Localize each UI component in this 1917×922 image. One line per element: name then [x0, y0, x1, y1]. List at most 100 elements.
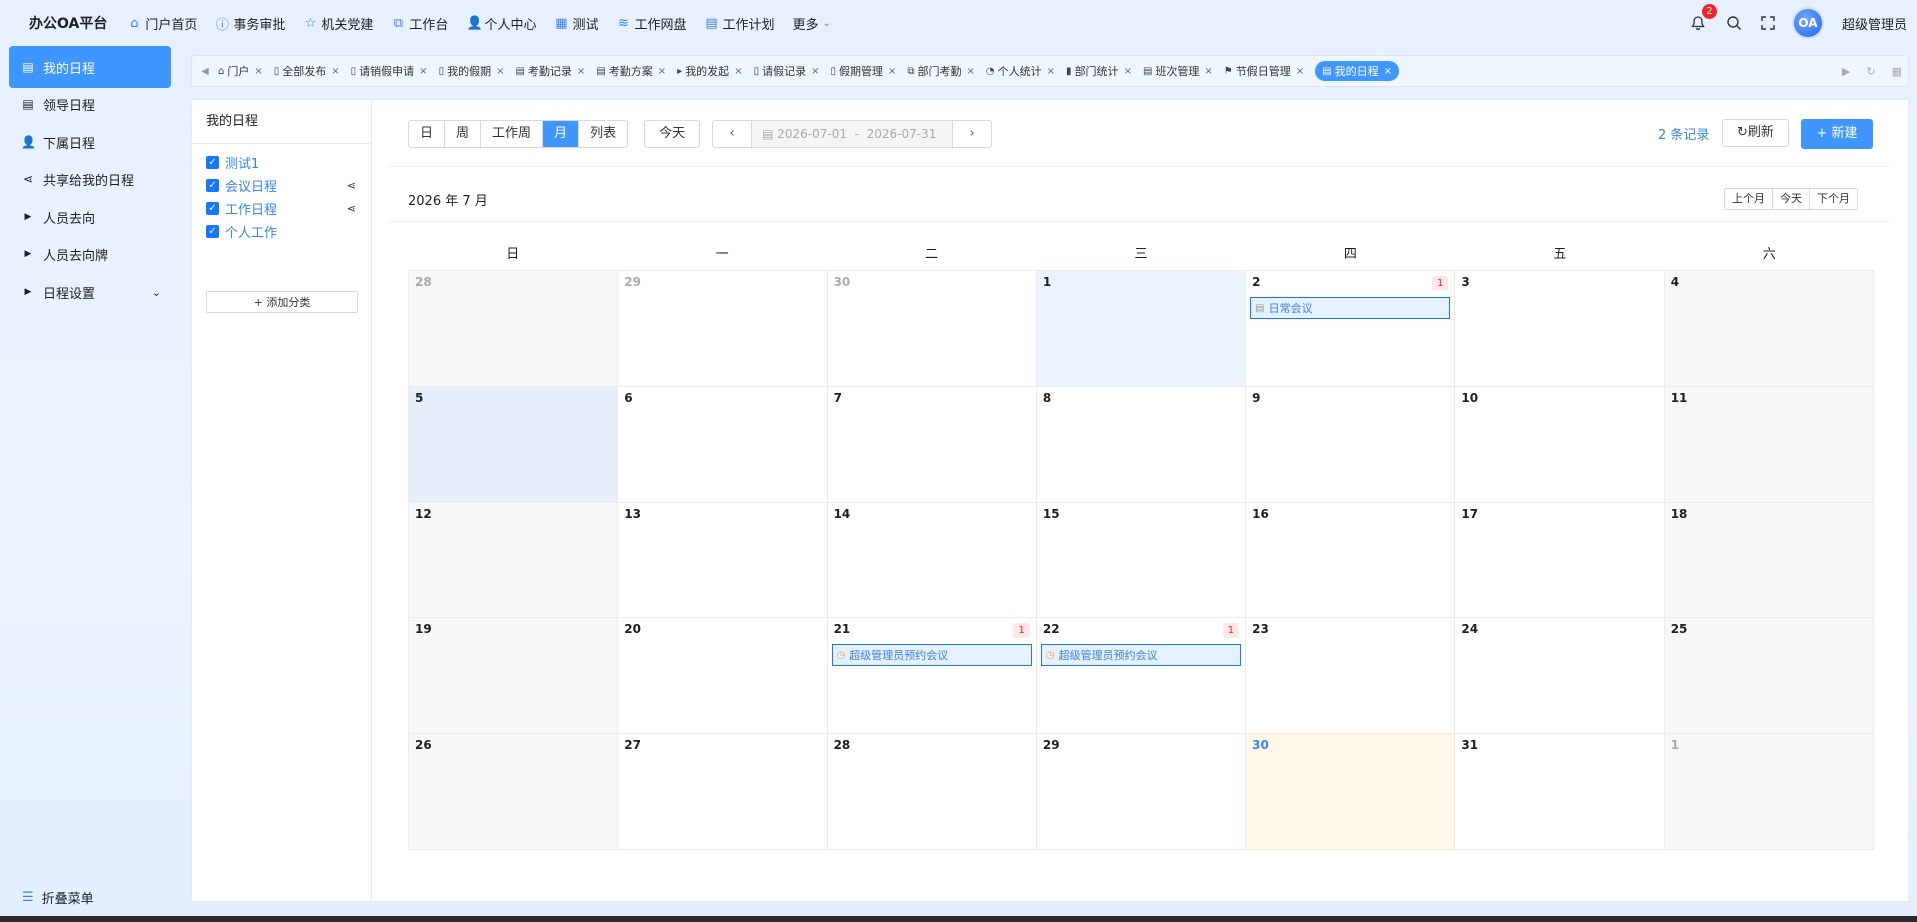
checkbox-checked-icon[interactable]: ✓ — [206, 156, 219, 169]
close-icon[interactable]: × — [1124, 66, 1132, 77]
this-month-button[interactable]: 今天 — [1773, 189, 1810, 209]
close-icon[interactable]: × — [1204, 66, 1212, 77]
category-item-1[interactable]: ✓ 会议日程 ⋖ — [206, 176, 356, 195]
calendar-event[interactable]: ▤ 日常会议 — [1250, 297, 1451, 319]
tab-2[interactable]: ▯ 请销假申请 × — [351, 63, 428, 79]
tab-0[interactable]: ⌂ 门户 × — [218, 63, 263, 79]
day-cell[interactable]: 3 — [1455, 271, 1665, 387]
close-icon[interactable]: × — [967, 66, 975, 77]
nav-item-7[interactable]: ▤ 工作计划 — [704, 14, 774, 33]
day-cell[interactable]: 6 — [618, 386, 828, 503]
day-cell[interactable]: 17 — [1455, 502, 1665, 619]
day-cell[interactable]: 15 — [1036, 502, 1247, 619]
close-icon[interactable]: × — [734, 66, 742, 77]
search-button[interactable] — [1724, 13, 1744, 33]
avatar[interactable]: OA — [1791, 7, 1824, 39]
date-range-input[interactable]: ▤ 2026-07-01 - 2026-07-31 — [752, 120, 953, 148]
calendar-event[interactable]: ◷ 超级管理员预约会议 — [831, 644, 1032, 667]
tabs-scroll-right-icon[interactable]: ▶ — [1842, 65, 1850, 78]
nav-item-1[interactable]: ⓘ 事务审批 — [215, 14, 286, 33]
refresh-button[interactable]: ↻刷新 — [1722, 119, 1789, 147]
checkbox-checked-icon[interactable]: ✓ — [206, 202, 219, 215]
calendar-event[interactable]: ◷ 超级管理员预约会议 — [1040, 644, 1242, 667]
category-item-3[interactable]: ✓ 个人工作 — [206, 222, 356, 241]
day-cell[interactable]: 22 1 ◷ 超级管理员预约会议 — [1036, 618, 1247, 735]
day-cell[interactable]: 11 — [1664, 386, 1874, 503]
records-count[interactable]: 2 条记录 — [1658, 124, 1709, 143]
tab-1[interactable]: ▯ 全部发布 × — [274, 63, 340, 79]
tab-12[interactable]: ▤ 班次管理 × — [1143, 63, 1213, 79]
day-cell[interactable]: 13 — [618, 502, 828, 619]
tab-10[interactable]: ◔ 个人统计 × — [986, 63, 1055, 79]
close-icon[interactable]: × — [1384, 66, 1392, 77]
day-cell[interactable]: 1 — [1036, 271, 1247, 387]
tab-3[interactable]: ▯ 我的假期 × — [439, 63, 505, 79]
day-cell[interactable]: 8 — [1036, 386, 1247, 503]
day-cell[interactable]: 30 — [1246, 734, 1456, 850]
day-cell[interactable]: 9 — [1246, 386, 1456, 503]
close-icon[interactable]: × — [811, 66, 819, 77]
view-tab-3[interactable]: 月 — [543, 121, 580, 147]
category-item-0[interactable]: ✓ 测试1 — [206, 153, 356, 172]
sidebar-item-2[interactable]: 👤 下属日程 — [9, 121, 171, 163]
day-cell[interactable]: 29 — [618, 271, 828, 387]
notification-button[interactable]: 2 — [1688, 4, 1717, 33]
view-tab-2[interactable]: 工作周 — [481, 121, 544, 147]
next-month-button[interactable]: 下个月 — [1810, 189, 1857, 209]
tabs-scroll-left-icon[interactable]: ◀ — [192, 66, 218, 77]
close-icon[interactable]: × — [1296, 66, 1304, 77]
sidebar-item-1[interactable]: ▤ 领导日程 — [9, 83, 171, 125]
day-cell[interactable]: 31 — [1455, 734, 1665, 850]
nav-item-0[interactable]: ⌂ 门户首页 — [127, 14, 197, 33]
view-tab-1[interactable]: 周 — [445, 121, 482, 147]
close-icon[interactable]: × — [254, 66, 262, 77]
tabs-menu-icon[interactable]: ▦ — [1892, 65, 1902, 78]
tab-5[interactable]: ▤ 考勤方案 × — [596, 63, 666, 79]
day-cell[interactable]: 12 — [409, 502, 619, 619]
next-range-button[interactable]: › — [952, 120, 993, 148]
day-cell[interactable]: 16 — [1246, 502, 1456, 619]
nav-item-3[interactable]: ⧉ 工作台 — [391, 14, 449, 33]
sidebar-item-4[interactable]: ▶ 人员去向 — [9, 196, 171, 238]
day-cell[interactable]: 1 — [1664, 734, 1874, 850]
tab-8[interactable]: ▯ 假期管理 × — [830, 63, 896, 79]
day-cell[interactable]: 26 — [409, 734, 619, 850]
close-icon[interactable]: × — [577, 66, 585, 77]
refresh-tab-icon[interactable]: ↻ — [1866, 65, 1875, 78]
checkbox-checked-icon[interactable]: ✓ — [206, 179, 219, 192]
add-category-button[interactable]: + 添加分类 — [206, 291, 358, 313]
share-icon[interactable]: ⋖ — [347, 202, 356, 215]
view-tab-4[interactable]: 列表 — [579, 121, 628, 147]
close-icon[interactable]: × — [888, 66, 896, 77]
checkbox-checked-icon[interactable]: ✓ — [206, 225, 219, 238]
tab-11[interactable]: ▮ 部门统计 × — [1066, 63, 1132, 79]
tab-6[interactable]: ▸ 我的发起 × — [677, 63, 742, 79]
close-icon[interactable]: × — [1047, 66, 1055, 77]
sidebar-item-3[interactable]: ⋖ 共享给我的日程 — [9, 158, 171, 200]
day-cell[interactable]: 4 — [1664, 271, 1874, 387]
category-item-2[interactable]: ✓ 工作日程 ⋖ — [206, 199, 356, 218]
day-cell[interactable]: 5 — [409, 386, 619, 503]
close-icon[interactable]: × — [658, 66, 666, 77]
day-cell[interactable]: 24 — [1455, 618, 1665, 735]
day-cell[interactable]: 28 — [827, 734, 1037, 850]
day-cell[interactable]: 25 — [1664, 618, 1874, 735]
sidebar-item-6[interactable]: ▶ 日程设置 ⌄ — [9, 271, 171, 313]
day-cell[interactable]: 21 1 ◷ 超级管理员预约会议 — [827, 618, 1037, 735]
sidebar-item-5[interactable]: ▶ 人员去向牌 — [9, 233, 171, 275]
day-cell[interactable]: 7 — [827, 386, 1037, 503]
day-cell[interactable]: 20 — [618, 618, 828, 735]
close-icon[interactable]: × — [331, 66, 339, 77]
nav-item-2[interactable]: ☆ 机关党建 — [303, 14, 374, 33]
day-cell[interactable]: 10 — [1455, 386, 1665, 503]
tab-14[interactable]: ▤ 我的日程 × — [1315, 61, 1399, 81]
fullscreen-button[interactable] — [1758, 13, 1778, 33]
sidebar-item-0[interactable]: ▤ 我的日程 — [9, 46, 171, 88]
day-cell[interactable]: 28 — [409, 271, 619, 387]
today-button[interactable]: 今天 — [644, 120, 701, 148]
nav-item-5[interactable]: ▦ 测试 — [554, 14, 598, 33]
day-cell[interactable]: 14 — [827, 502, 1037, 619]
close-icon[interactable]: × — [419, 66, 427, 77]
day-cell[interactable]: 19 — [409, 618, 619, 735]
day-cell[interactable]: 18 — [1664, 502, 1874, 619]
